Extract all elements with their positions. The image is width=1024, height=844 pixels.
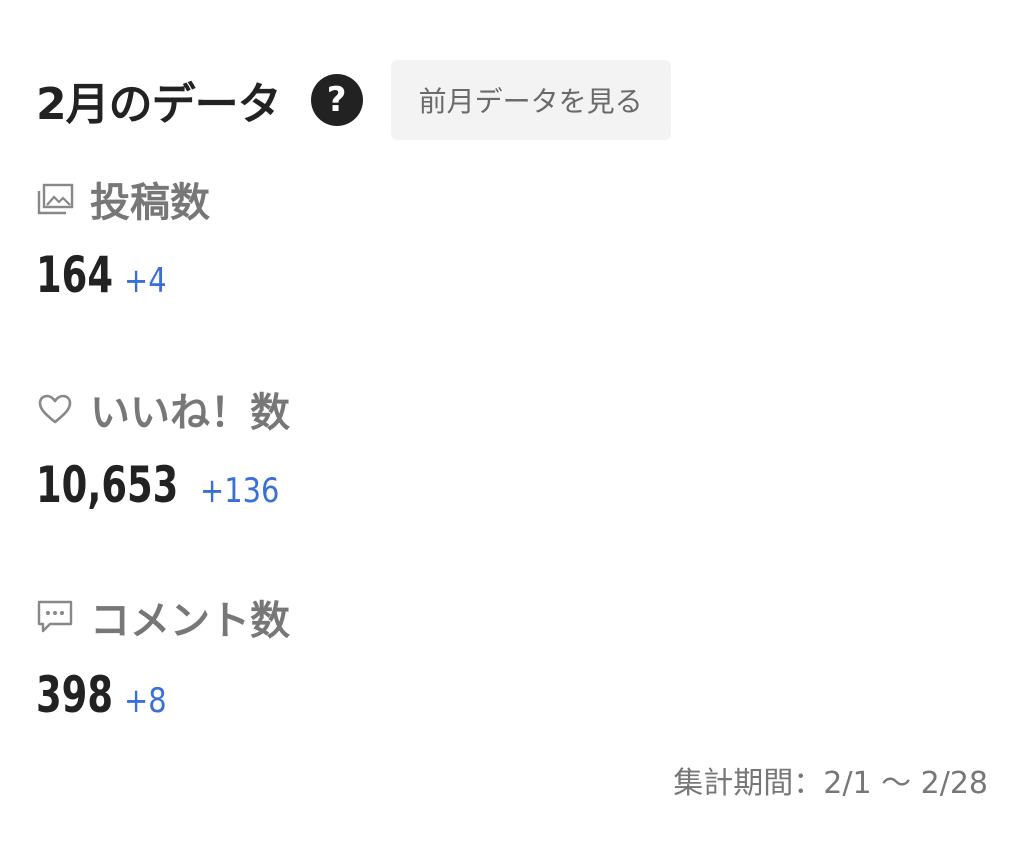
likes-label-text: いいね！数: [90, 390, 290, 436]
comments-label-text: コメント数: [90, 598, 290, 644]
heart-icon: [36, 390, 74, 428]
likes-value: 10,653: [36, 456, 179, 514]
posts-stat-label: 投稿数: [36, 170, 210, 228]
aggregation-period: 集計期間：2/1 〜 2/28: [673, 766, 988, 801]
comments-value: 398: [36, 666, 114, 724]
posts-diff: +4: [123, 261, 167, 301]
comment-bubble-icon: [36, 598, 74, 636]
page-title: 2月のデータ: [36, 79, 282, 130]
likes-diff: +136: [199, 471, 279, 511]
posts-label-text: 投稿数: [90, 180, 210, 226]
previous-month-button[interactable]: 前月データを見る: [390, 60, 671, 140]
likes-stat-label: いいね！数: [36, 380, 290, 438]
photo-stack-icon: [36, 180, 74, 218]
likes-stat-row: 10,653 +136: [36, 456, 293, 514]
header: 2月のデータ ? 前月データを見る: [36, 60, 671, 140]
posts-stat-row: 164 +4: [36, 246, 174, 304]
comments-diff: +8: [123, 681, 167, 721]
posts-value: 164: [36, 246, 114, 304]
comments-stat-row: 398 +8: [36, 666, 174, 724]
comments-stat-label: コメント数: [36, 588, 290, 646]
help-icon[interactable]: ?: [310, 74, 363, 126]
